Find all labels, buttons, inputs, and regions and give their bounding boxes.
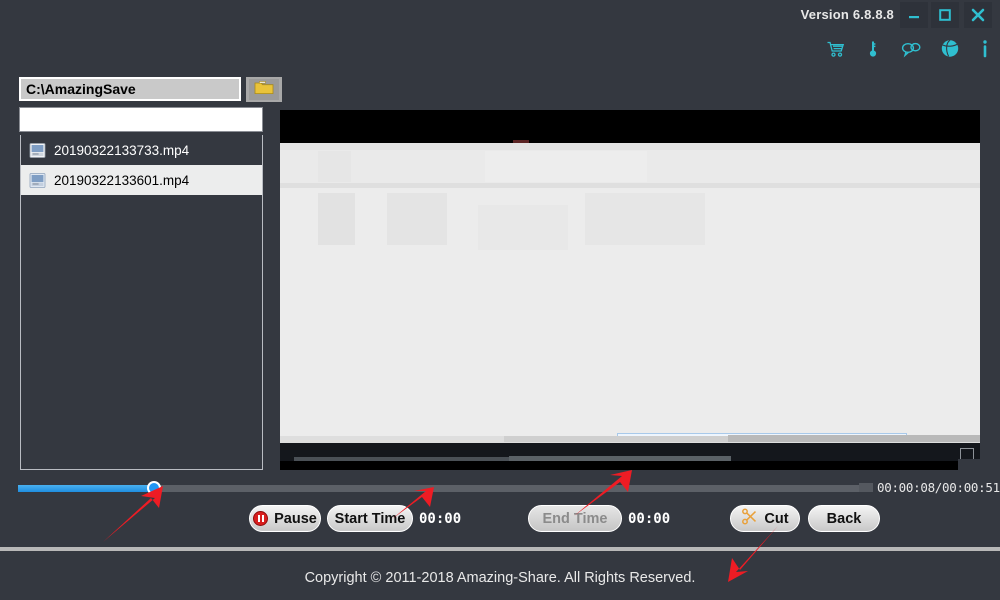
start-time-button[interactable]: Start Time <box>327 505 413 532</box>
save-path-field[interactable]: C:\AmazingSave <box>19 77 241 101</box>
seek-handle[interactable] <box>147 481 161 495</box>
list-item-label: 20190322133733.mp4 <box>54 142 190 158</box>
video-letterbox-top <box>280 110 980 143</box>
file-filter-input[interactable] <box>19 107 263 132</box>
back-button[interactable]: Back <box>808 505 880 532</box>
info-icon[interactable] <box>978 39 992 64</box>
video-corner-fill <box>958 459 980 470</box>
footer-divider <box>0 547 1000 551</box>
start-time-button-label: Start Time <box>334 510 406 527</box>
cut-button[interactable]: Cut <box>730 505 800 532</box>
pause-button-label: Pause <box>274 510 317 527</box>
content-block <box>387 193 447 245</box>
cart-icon[interactable] <box>826 39 846 64</box>
end-time-value: 00:00 <box>628 511 671 527</box>
content-scrollbar-thumb <box>728 435 980 442</box>
video-letterbox-bottom <box>280 461 980 470</box>
seek-bar[interactable] <box>18 481 868 495</box>
version-label: Version 6.8.8.8 <box>800 7 894 22</box>
folder-open-icon <box>254 80 274 100</box>
video-file-icon <box>29 142 46 159</box>
globe-icon[interactable] <box>939 38 961 64</box>
content-block <box>485 151 647 182</box>
maximize-button[interactable] <box>931 2 959 28</box>
icon-toolbar <box>826 36 992 66</box>
app-window: Version 6.8.8.8 C:\AmazingSave 201903221… <box>0 0 1000 600</box>
list-item[interactable]: 20190322133733.mp4 <box>21 135 262 165</box>
pause-button[interactable]: Pause <box>249 505 321 532</box>
content-block <box>318 193 355 245</box>
content-block <box>318 151 351 182</box>
time-display: 00:00:08/00:00:51 <box>877 480 1000 495</box>
content-block <box>478 205 568 250</box>
time-indicator-swatch <box>859 483 873 492</box>
title-bar: Version 6.8.8.8 <box>0 0 1000 32</box>
copyright-text: Copyright © 2011-2018 Amazing-Share. All… <box>304 570 696 586</box>
video-preview[interactable] <box>280 110 980 470</box>
maximize-icon <box>938 8 952 22</box>
content-block <box>585 193 705 245</box>
content-stripe <box>280 183 980 188</box>
minimize-icon <box>907 8 921 22</box>
close-icon <box>970 7 986 23</box>
browse-button-inner <box>249 79 279 100</box>
end-time-button[interactable]: End Time <box>528 505 622 532</box>
pause-icon <box>253 511 269 526</box>
video-file-icon <box>29 172 46 189</box>
list-item-label: 20190322133601.mp4 <box>54 172 190 188</box>
file-list[interactable]: 20190322133733.mp4 20190322133601.mp4 <box>20 135 263 470</box>
seek-progress <box>18 485 154 492</box>
back-button-label: Back <box>826 510 862 527</box>
close-button[interactable] <box>964 2 992 28</box>
minimize-button[interactable] <box>900 2 928 28</box>
start-time-value: 00:00 <box>419 511 462 527</box>
video-content <box>280 143 980 444</box>
scissors-icon <box>741 508 758 529</box>
end-time-button-label: End Time <box>542 510 608 527</box>
key-icon[interactable] <box>863 39 883 64</box>
browse-folder-button[interactable] <box>246 77 282 102</box>
content-stripe <box>280 143 980 150</box>
list-item[interactable]: 20190322133601.mp4 <box>21 165 262 195</box>
cut-button-label: Cut <box>764 510 789 527</box>
chat-icon[interactable] <box>900 39 922 64</box>
